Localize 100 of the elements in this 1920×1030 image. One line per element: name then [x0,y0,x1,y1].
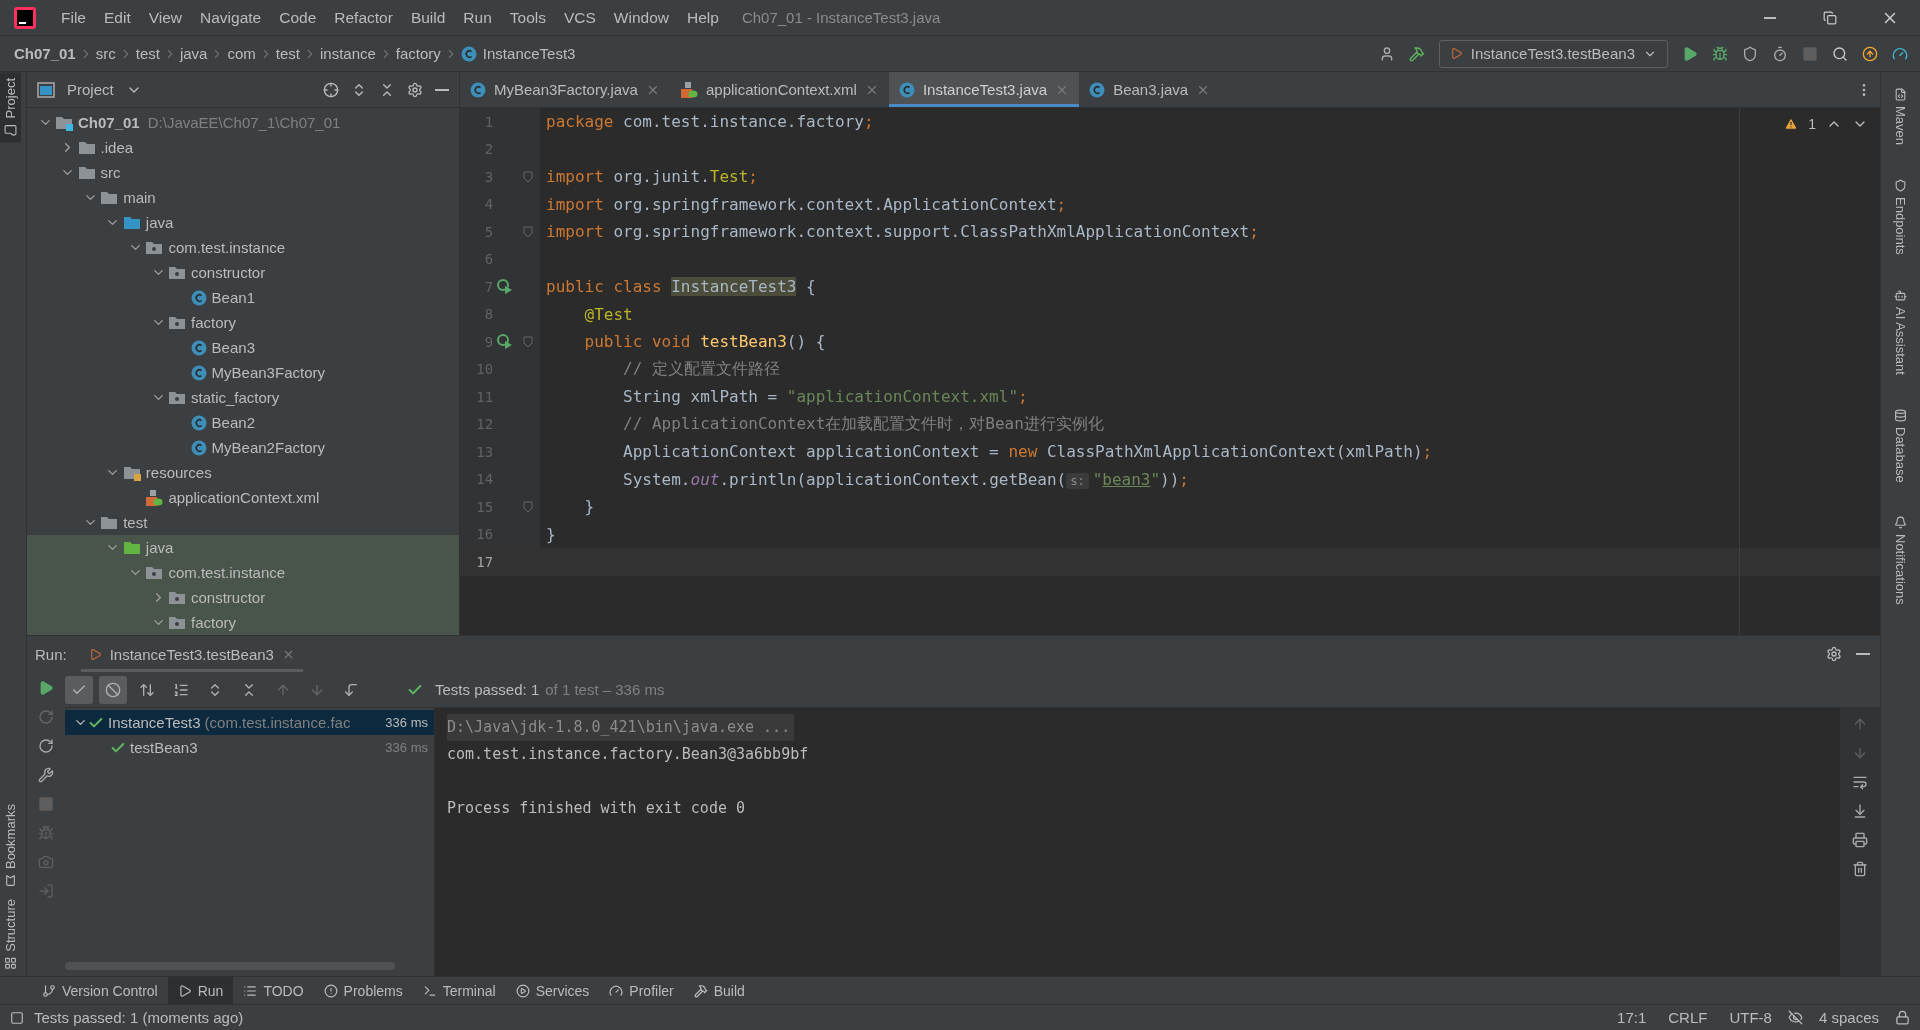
tool-window-tab[interactable]: Profiler [599,977,684,1004]
menu-item[interactable]: Navigate [191,8,271,27]
editor-tab[interactable]: InstanceTest3.java [888,72,1080,107]
panel-title[interactable]: Project [67,81,114,98]
terminal-icon [422,983,437,998]
status-item[interactable]: UTF-8 [1723,1009,1778,1026]
breadcrumb[interactable]: test [135,45,160,62]
breadcrumb[interactable]: Ch07_01 [14,45,76,62]
menu-item[interactable]: Edit [95,8,140,27]
breadcrumb[interactable]: instance [319,45,376,62]
todo-icon [243,983,258,998]
tree-row[interactable]: Bean2 [27,410,459,435]
tool-window-tab[interactable]: Bookmarks [0,798,21,894]
show-ignored-toggle[interactable] [99,675,127,704]
tree-row[interactable]: Ch07_01 D:\JavaEE\Ch07_1\Ch07_01 [27,110,459,135]
run-test-icon[interactable] [496,278,513,295]
show-passed-toggle[interactable] [65,675,93,704]
tool-window-tab[interactable]: Terminal [412,977,506,1004]
tree-item-label: Bean3 [211,339,255,356]
run-configuration-tab[interactable]: InstanceTest3.testBean3 [80,636,303,672]
status-item[interactable]: 4 spaces [1812,1009,1885,1026]
tree-row[interactable]: static_factory [27,385,459,410]
folder-icon [77,139,96,156]
menu-item[interactable]: VCS [554,8,605,27]
run-configuration-dropdown[interactable]: InstanceTest3.testBean3 [1438,39,1668,68]
menu-item[interactable]: Build [401,8,455,27]
code-line: System.out.println(applicationContext.getBean( s: "bean3")); [622,469,1189,489]
tool-window-tab[interactable]: Database [1890,402,1911,489]
menu-item[interactable]: Window [604,8,678,27]
menu-item[interactable]: Tools [500,8,555,27]
tool-window-tab[interactable]: Maven [1890,82,1911,152]
breadcrumb[interactable]: factory [395,45,441,62]
tree-row[interactable]: com.test.instance [27,560,459,585]
scroll-to-end-icon [1852,803,1868,819]
tool-window-tab[interactable]: Version Control [32,977,168,1004]
status-item[interactable]: 17:1 [1611,1009,1653,1026]
tree-row[interactable]: java [27,535,459,560]
warning-count[interactable]: 1 [1808,116,1816,132]
tool-window-tab[interactable]: Structure [0,893,21,976]
tool-window-tab[interactable]: Build [683,977,755,1004]
breadcrumb[interactable]: src [95,45,116,62]
tree-row[interactable]: applicationContext.xml [27,485,459,510]
hide-icon[interactable] [435,88,449,91]
breadcrumb[interactable]: java [179,45,208,62]
tree-row[interactable]: Bean1 [27,285,459,310]
tool-window-tab[interactable]: Notifications [1890,510,1911,612]
editor-tab[interactable]: MyBean3Factory.java [460,72,670,107]
fold-icon[interactable] [523,170,534,183]
tree-row[interactable]: factory [27,610,459,635]
tool-window-tab[interactable]: Project [0,72,21,143]
breadcrumb[interactable]: com [227,45,256,62]
menu-item[interactable]: Run [454,8,501,27]
tree-row[interactable]: MyBean2Factory [27,435,459,460]
editor-tab[interactable]: Bean3.java [1079,72,1221,107]
menu-item[interactable]: Help [678,8,728,27]
tree-row[interactable]: test [27,510,459,535]
build-icon [1408,45,1425,62]
tree-item-label: Ch07_01 [78,114,140,131]
resources-folder-icon [122,464,141,481]
tree-row[interactable]: Bean3 [27,335,459,360]
menu-item[interactable]: File [52,8,95,27]
tool-window-tab[interactable]: Run [167,977,234,1004]
restore-icon [1823,10,1837,25]
package-folder-icon [168,314,186,331]
fold-icon[interactable] [523,500,534,513]
tree-row[interactable]: com.test.instance [27,235,459,260]
tree-row[interactable]: src [27,160,459,185]
tree-row[interactable]: constructor [27,585,459,610]
tool-window-tab[interactable]: Problems [313,977,413,1004]
fold-icon[interactable] [523,225,534,238]
shield-icon [1894,179,1907,193]
tree-row[interactable]: main [27,185,459,210]
tree-row[interactable]: factory [27,310,459,335]
tree-row[interactable]: constructor [27,260,459,285]
menu-item[interactable]: View [139,8,192,27]
vcs-icon [42,983,56,998]
test-row[interactable]: testBean3 336 ms [65,735,434,760]
play-icon [1449,47,1463,60]
tree-row[interactable]: .idea [27,135,459,160]
tree-item-label: MyBean3Factory [211,364,325,381]
tool-window-tab[interactable]: TODO [233,977,314,1004]
package-folder-icon [168,614,186,631]
project-path: D:\JavaEE\Ch07_1\Ch07_01 [147,114,341,131]
soft-wrap-icon [1852,774,1868,790]
tree-row[interactable]: resources [27,460,459,485]
tool-window-tab[interactable]: Services [505,977,600,1004]
tree-row[interactable]: java [27,210,459,235]
run-test-icon[interactable] [496,333,513,350]
tool-window-tab[interactable]: Endpoints [1890,173,1911,261]
status-item[interactable]: CRLF [1662,1009,1714,1026]
breadcrumb[interactable]: InstanceTest3 [482,45,576,62]
fold-icon[interactable] [523,335,534,348]
test-row[interactable]: InstanceTest3 (com.test.instance.fac 336 ms [65,710,434,735]
editor-tab[interactable]: applicationContext.xml [669,72,889,107]
minimize-icon[interactable] [1764,16,1776,19]
tree-row[interactable]: MyBean3Factory [27,360,459,385]
tool-window-tab[interactable]: AI Assistant [1890,282,1911,381]
breadcrumb[interactable]: test [275,45,300,62]
menu-item[interactable]: Refactor [325,8,402,27]
menu-item[interactable]: Code [270,8,326,27]
